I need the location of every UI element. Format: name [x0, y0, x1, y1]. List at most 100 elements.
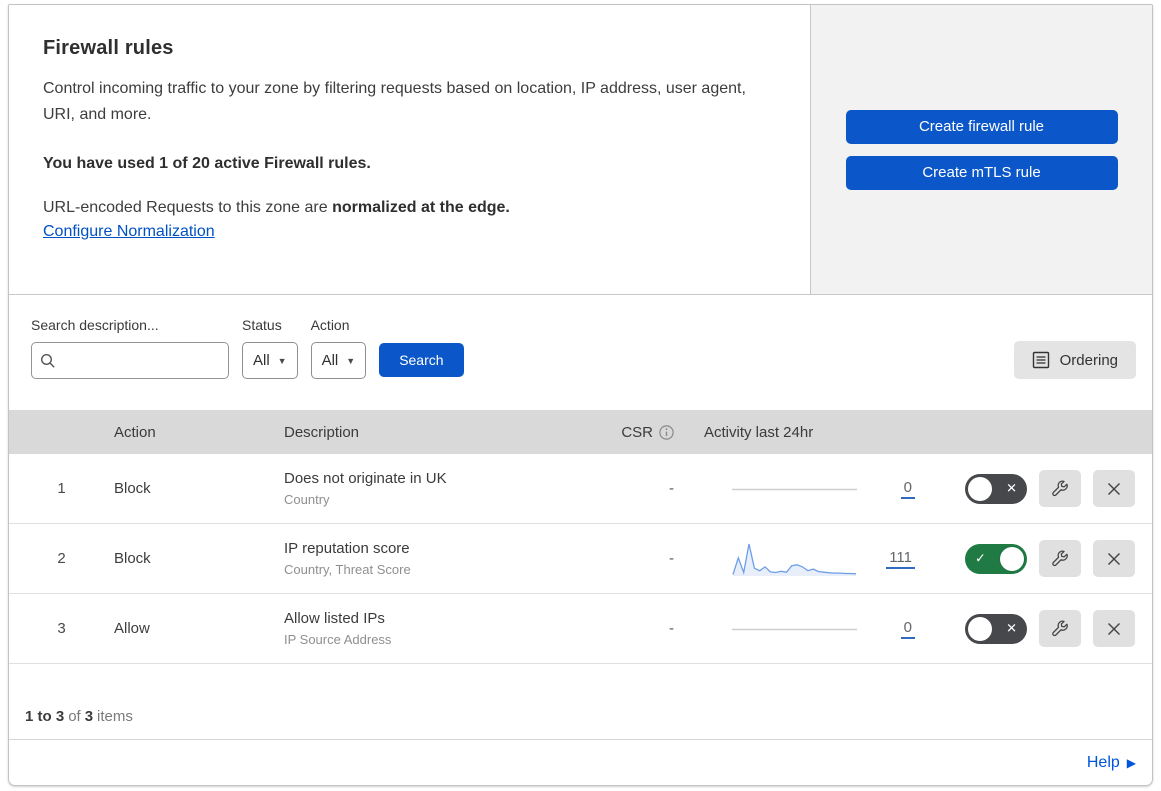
wrench-icon — [1050, 619, 1070, 639]
close-icon — [1105, 620, 1123, 638]
page-title: Firewall rules — [43, 37, 174, 59]
rule-title: Allow listed IPs — [284, 610, 385, 627]
close-icon — [1105, 550, 1123, 568]
firewall-rules-card: Firewall rules Control incoming traffic … — [8, 4, 1153, 786]
table-row: 2 Block IP reputation score Country, Thr… — [9, 524, 1152, 594]
edit-rule-button[interactable] — [1039, 540, 1081, 577]
pagination-summary: 1 to 3 of 3 items — [9, 664, 1152, 740]
activity-count-link[interactable]: 111 — [886, 549, 915, 569]
activity-sparkline — [732, 610, 857, 648]
search-input[interactable] — [62, 352, 243, 369]
csr-column-label: CSR — [621, 423, 653, 441]
rule-activity-cell: 0 — [674, 470, 929, 508]
search-group: Search description... — [31, 317, 243, 379]
table-header-row: Action Description CSR Activity last 24h… — [9, 410, 1152, 454]
item-total: 3 — [84, 708, 94, 725]
search-input-wrapper — [31, 342, 243, 379]
description-column-header: Description — [284, 423, 360, 441]
normalization-note: URL-encoded Requests to this zone are no… — [43, 199, 770, 217]
rule-action: Block — [114, 480, 151, 497]
usage-note: You have used 1 of 20 active Firewall ru… — [43, 155, 371, 173]
page-description: Control incoming traffic to your zone by… — [43, 80, 746, 123]
x-icon: ✕ — [1006, 480, 1017, 496]
status-select[interactable]: All ▼ — [242, 342, 298, 379]
csr-column-header: CSR — [621, 424, 674, 441]
wrench-icon — [1050, 549, 1070, 569]
status-filter-group: Status All ▼ — [242, 317, 298, 379]
list-ordering-icon — [1032, 351, 1050, 369]
activity-count-link[interactable]: 0 — [900, 479, 915, 499]
action-select-value: All — [321, 352, 339, 369]
rule-fields: Country — [284, 492, 330, 507]
check-icon: ✓ — [975, 550, 986, 566]
status-select-value: All — [253, 352, 270, 369]
action-column-header: Action — [114, 423, 156, 441]
activity-column-header: Activity last 24hr — [704, 423, 814, 441]
close-icon — [1105, 480, 1123, 498]
table-row: 1 Block Does not originate in UK Country… — [9, 454, 1152, 524]
item-range: 1 to 3 — [25, 708, 65, 725]
table-row: 3 Allow Allow listed IPs IP Source Addre… — [9, 594, 1152, 664]
configure-normalization-link[interactable]: Configure Normalization — [43, 223, 215, 241]
firewall-rules-page: Firewall rules Control incoming traffic … — [0, 0, 1161, 791]
rule-priority: 3 — [57, 620, 66, 637]
activity-sparkline — [732, 540, 857, 578]
normalization-bold-text: normalized at the edge. — [332, 199, 510, 217]
rule-activity-cell: 111 — [674, 540, 929, 578]
info-icon[interactable] — [659, 424, 674, 440]
ordering-button-label: Ordering — [1059, 351, 1118, 369]
rule-title: Does not originate in UK — [284, 470, 447, 487]
arrow-right-icon: ▶ — [1126, 755, 1136, 770]
help-link[interactable]: Help ▶ — [1087, 754, 1136, 772]
activity-sparkline — [732, 470, 857, 508]
rule-description: IP reputation score Country, Threat Scor… — [284, 540, 614, 577]
items-text: items — [97, 708, 133, 725]
search-button[interactable]: Search — [379, 343, 464, 377]
action-filter-group: Action All ▼ — [310, 317, 367, 379]
rule-fields: IP Source Address — [284, 632, 392, 647]
wrench-icon — [1050, 479, 1070, 499]
chevron-down-icon: ▼ — [346, 355, 356, 366]
create-firewall-rule-button[interactable]: Create firewall rule — [845, 109, 1118, 144]
rule-action: Allow — [114, 620, 150, 637]
rule-enabled-toggle[interactable]: ✓ ✕ — [965, 543, 1027, 574]
rule-controls: ✓ ✕ — [929, 540, 1152, 577]
action-select[interactable]: All ▼ — [310, 342, 367, 379]
search-label: Search description... — [31, 317, 159, 333]
edit-rule-button[interactable] — [1039, 470, 1081, 507]
help-row: Help ▶ — [9, 740, 1152, 785]
rule-fields: Country, Threat Score — [284, 562, 411, 577]
toggle-knob — [968, 476, 992, 501]
delete-rule-button[interactable] — [1093, 610, 1135, 647]
rule-enabled-toggle[interactable]: ✓ ✕ — [965, 473, 1027, 504]
edit-rule-button[interactable] — [1039, 610, 1081, 647]
normalization-text: URL-encoded Requests to this zone are — [43, 199, 333, 217]
filter-bar: Search description... Status All ▼ Actio… — [9, 295, 1152, 410]
rule-description: Does not originate in UK Country — [284, 470, 614, 507]
status-label: Status — [242, 317, 282, 333]
intro-panel: Firewall rules Control incoming traffic … — [9, 5, 811, 294]
action-label: Action — [310, 317, 350, 333]
rule-controls: ✓ ✕ — [929, 470, 1152, 507]
rule-activity-cell: 0 — [674, 610, 929, 648]
ordering-button[interactable]: Ordering — [1013, 341, 1136, 379]
actions-panel: Create firewall rule Create mTLS rule — [811, 5, 1152, 294]
activity-count-link[interactable]: 0 — [900, 619, 915, 639]
rule-title: IP reputation score — [284, 540, 410, 557]
toggle-knob — [1000, 546, 1024, 571]
rule-enabled-toggle[interactable]: ✓ ✕ — [965, 613, 1027, 644]
toggle-knob — [968, 616, 992, 641]
delete-rule-button[interactable] — [1093, 470, 1135, 507]
create-mtls-rule-button[interactable]: Create mTLS rule — [845, 155, 1118, 190]
rule-priority: 2 — [57, 550, 66, 567]
chevron-down-icon: ▼ — [277, 355, 287, 366]
of-text: of — [68, 708, 81, 725]
rule-controls: ✓ ✕ — [929, 610, 1152, 647]
rule-description: Allow listed IPs IP Source Address — [284, 610, 614, 647]
search-icon — [40, 353, 56, 369]
rule-priority: 1 — [57, 480, 66, 497]
help-link-label: Help — [1086, 753, 1120, 771]
rule-action: Block — [114, 550, 151, 567]
x-icon: ✕ — [1006, 620, 1017, 636]
delete-rule-button[interactable] — [1093, 540, 1135, 577]
